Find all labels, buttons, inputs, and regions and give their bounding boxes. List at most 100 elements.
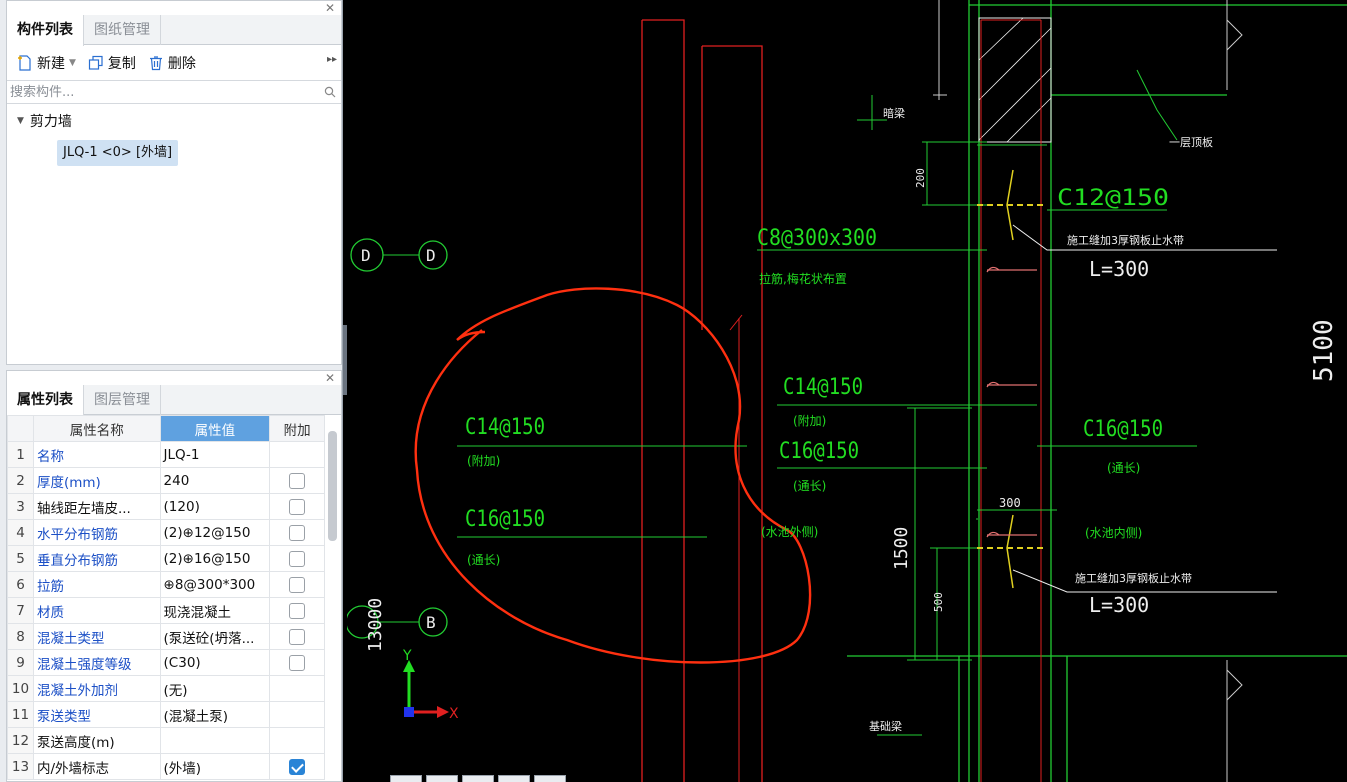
property-value[interactable]: (120) — [159, 493, 271, 520]
bottom-button[interactable] — [426, 775, 458, 782]
tab-drawing-manage[interactable]: 图纸管理 — [84, 15, 161, 45]
new-button[interactable]: 新建 ▼ — [11, 50, 82, 76]
tab-property-list[interactable]: 属性列表 — [7, 385, 84, 416]
component-toolbar: 新建 ▼ 复制 删除 ▸▸ — [7, 46, 341, 80]
extra-checkbox[interactable] — [289, 602, 306, 619]
property-name: 拉筋 — [32, 571, 161, 598]
component-tree: ▼ 剪力墙 JLQ-1 <0> [外墙] — [7, 107, 341, 166]
extra-checkbox[interactable] — [289, 628, 306, 645]
property-value[interactable]: ⊕8@300*300 — [159, 571, 271, 598]
property-extra — [269, 597, 325, 624]
table-row[interactable]: 10 混凝土外加剂 (无) — [7, 675, 325, 702]
bottom-button[interactable] — [498, 775, 530, 782]
bottom-button[interactable] — [534, 775, 566, 782]
label-waterstop-bottom: 施工缝加3厚钢板止水带 — [1075, 571, 1192, 585]
property-name: 泵送高度(m) — [32, 727, 161, 754]
property-extra — [269, 545, 325, 572]
table-row[interactable]: 5 垂直分布钢筋 (2)⊕16@150 — [7, 545, 325, 572]
extra-checkbox[interactable] — [289, 758, 306, 775]
new-file-icon — [18, 55, 31, 71]
label-outside: (水池外侧) — [761, 525, 818, 539]
cad-drawing-canvas[interactable]: D D B 13000 5100 200 300 1500 500 C12@15… — [347, 0, 1347, 782]
label-fujia-mid: (附加) — [793, 414, 826, 428]
table-row[interactable]: 4 水平分布钢筋 (2)⊕12@150 — [7, 519, 325, 546]
copy-button[interactable]: 复制 — [82, 50, 142, 76]
table-row[interactable]: 12 泵送高度(m) — [7, 727, 325, 754]
row-index: 13 — [7, 753, 34, 780]
property-table: 属性名称 属性值 附加 1 名称 JLQ-1 2 厚度(mm) 240 3 轴线距左墙皮...… — [7, 415, 325, 780]
row-index: 12 — [7, 727, 34, 754]
dim-13000: 13000 — [365, 598, 386, 652]
copy-label: 复制 — [107, 56, 136, 72]
table-row[interactable]: 8 混凝土类型 (泵送砼(坍落... — [7, 623, 325, 650]
row-index: 1 — [7, 441, 34, 468]
label-inside: (水池内侧) — [1085, 526, 1142, 540]
extra-checkbox[interactable] — [289, 472, 306, 489]
property-extra — [269, 753, 325, 780]
dim-300: 300 — [999, 496, 1021, 510]
property-extra — [269, 519, 325, 546]
property-value[interactable]: (外墙) — [159, 753, 271, 780]
tab-layer-manage[interactable]: 图层管理 — [84, 385, 161, 415]
dropdown-arrow-icon[interactable]: ▼ — [69, 58, 76, 68]
search-input[interactable] — [7, 81, 319, 103]
label-slab: 一层顶板 — [1169, 135, 1213, 149]
ucs-x-label: X — [449, 706, 459, 722]
copy-icon — [88, 55, 103, 70]
table-row[interactable]: 13 内/外墙标志 (外墙) — [7, 753, 325, 780]
property-value[interactable]: (2)⊕12@150 — [159, 519, 271, 546]
property-value[interactable]: (无) — [159, 675, 271, 702]
extra-checkbox[interactable] — [289, 524, 306, 541]
property-extra — [269, 701, 325, 728]
label-fujia-left: (附加) — [467, 454, 500, 468]
property-value[interactable] — [159, 727, 271, 754]
property-value[interactable]: (2)⊕16@150 — [159, 545, 271, 572]
property-extra — [269, 649, 325, 676]
property-extra — [269, 571, 325, 598]
label-tongchang-left: (通长) — [467, 553, 500, 567]
extra-checkbox[interactable] — [289, 654, 306, 671]
table-row[interactable]: 9 混凝土强度等级 (C30) — [7, 649, 325, 676]
close-icon[interactable]: ✕ — [323, 371, 337, 385]
table-row[interactable]: 6 拉筋 ⊕8@300*300 — [7, 571, 325, 598]
row-index: 3 — [7, 493, 34, 520]
label-l300-bottom: L=300 — [1089, 593, 1149, 617]
property-name: 泵送类型 — [32, 701, 161, 728]
delete-button[interactable]: 删除 — [142, 50, 202, 76]
table-row[interactable]: 3 轴线距左墙皮... (120) — [7, 493, 325, 520]
property-value[interactable]: (C30) — [159, 649, 271, 676]
close-icon[interactable]: ✕ — [323, 1, 337, 15]
property-scrollbar[interactable] — [328, 431, 337, 541]
column-header-index — [7, 415, 34, 442]
property-value[interactable]: JLQ-1 — [159, 441, 271, 468]
table-row[interactable]: 11 泵送类型 (混凝土泵) — [7, 701, 325, 728]
dim-5100: 5100 — [1309, 319, 1339, 382]
tree-item-jlq-1[interactable]: JLQ-1 <0> [外墙] — [57, 140, 179, 166]
tree-group-shear-wall[interactable]: ▼ 剪力墙 — [7, 107, 341, 135]
property-name: 垂直分布钢筋 — [32, 545, 161, 572]
column-header-value: 属性值 — [159, 415, 271, 442]
dim-500: 500 — [932, 592, 945, 612]
property-value[interactable]: (混凝土泵) — [159, 701, 271, 728]
table-row[interactable]: 7 材质 现浇混凝土 — [7, 597, 325, 624]
more-tools-icon[interactable]: ▸▸ — [327, 54, 337, 65]
bottom-button[interactable] — [462, 775, 494, 782]
extra-checkbox[interactable] — [289, 498, 306, 515]
property-name: 内/外墙标志 — [32, 753, 161, 780]
tab-component-list[interactable]: 构件列表 — [7, 15, 84, 46]
dim-200: 200 — [914, 168, 927, 188]
table-row[interactable]: 2 厚度(mm) 240 — [7, 467, 325, 494]
bottom-button[interactable] — [390, 775, 422, 782]
caret-down-icon[interactable]: ▼ — [17, 116, 24, 126]
property-extra — [269, 623, 325, 650]
extra-checkbox[interactable] — [289, 576, 306, 593]
property-value[interactable]: 现浇混凝土 — [159, 597, 271, 624]
label-c8-note: 拉筋,梅花状布置 — [759, 271, 847, 286]
search-icon[interactable] — [319, 86, 341, 98]
row-index: 10 — [7, 675, 34, 702]
table-row[interactable]: 1 名称 JLQ-1 — [7, 441, 325, 468]
extra-checkbox[interactable] — [289, 550, 306, 567]
row-index: 9 — [7, 649, 34, 676]
property-value[interactable]: 240 — [159, 467, 271, 494]
property-value[interactable]: (泵送砼(坍落... — [159, 623, 271, 650]
